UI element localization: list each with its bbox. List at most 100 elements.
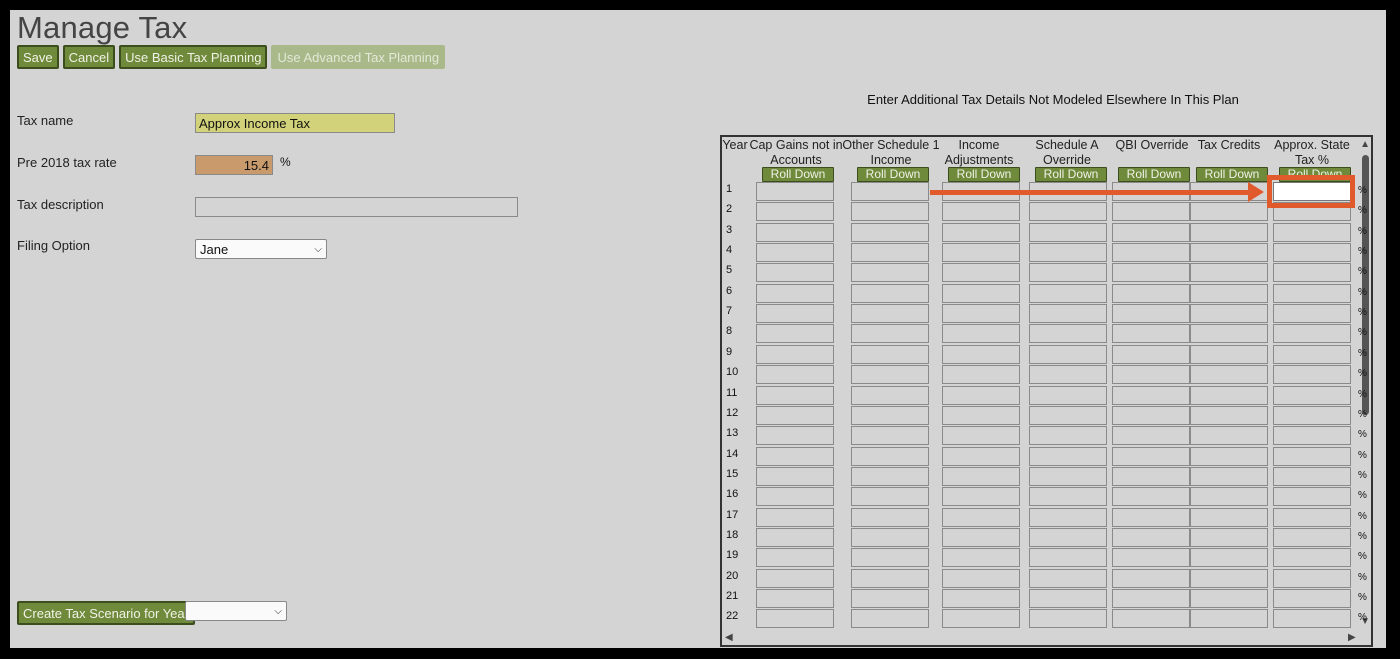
- grid-cell-input[interactable]: [942, 548, 1020, 568]
- grid-cell-input[interactable]: [1273, 568, 1351, 588]
- grid-cell-input[interactable]: [756, 344, 834, 364]
- grid-cell-input[interactable]: [1112, 426, 1190, 446]
- grid-cell-input[interactable]: [1112, 365, 1190, 385]
- grid-cell-input[interactable]: [851, 527, 929, 547]
- grid-cell-input[interactable]: [1190, 507, 1268, 527]
- grid-cell-input[interactable]: [1273, 527, 1351, 547]
- grid-cell-input[interactable]: [756, 548, 834, 568]
- grid-cell-input[interactable]: [1190, 548, 1268, 568]
- roll-down-button[interactable]: Roll Down: [1035, 167, 1107, 182]
- grid-cell-input[interactable]: [1029, 202, 1107, 222]
- grid-cell-input[interactable]: [756, 243, 834, 263]
- grid-cell-input[interactable]: [851, 263, 929, 283]
- scroll-up-arrow-icon[interactable]: ▲: [1360, 140, 1370, 150]
- grid-cell-input[interactable]: [1112, 466, 1190, 486]
- scenario-year-select[interactable]: ⌵: [185, 601, 287, 621]
- grid-cell-input[interactable]: [756, 426, 834, 446]
- grid-cell-input[interactable]: [942, 283, 1020, 303]
- grid-cell-input[interactable]: [1273, 222, 1351, 242]
- grid-cell-input[interactable]: [756, 446, 834, 466]
- grid-cell-input[interactable]: [851, 405, 929, 425]
- grid-cell-input[interactable]: [1190, 344, 1268, 364]
- grid-cell-input[interactable]: [1273, 304, 1351, 324]
- grid-cell-input[interactable]: [1190, 202, 1268, 222]
- grid-cell-input[interactable]: [1273, 405, 1351, 425]
- grid-cell-input[interactable]: [1190, 426, 1268, 446]
- grid-cell-input[interactable]: [756, 609, 834, 629]
- roll-down-button[interactable]: Roll Down: [948, 167, 1020, 182]
- grid-cell-input[interactable]: [1273, 548, 1351, 568]
- grid-cell-input[interactable]: [1273, 507, 1351, 527]
- grid-cell-input[interactable]: [851, 589, 929, 608]
- grid-cell-input[interactable]: [851, 304, 929, 324]
- grid-cell-input[interactable]: [942, 527, 1020, 547]
- grid-cell-input[interactable]: [756, 222, 834, 242]
- grid-cell-input[interactable]: [942, 304, 1020, 324]
- grid-cell-input[interactable]: [1273, 365, 1351, 385]
- grid-cell-input[interactable]: [851, 324, 929, 344]
- grid-cell-input[interactable]: [1029, 324, 1107, 344]
- grid-cell-input[interactable]: [1029, 548, 1107, 568]
- grid-cell-input[interactable]: [1029, 466, 1107, 486]
- grid-cell-input[interactable]: [942, 324, 1020, 344]
- grid-cell-input[interactable]: [756, 589, 834, 608]
- grid-cell-input[interactable]: [1273, 466, 1351, 486]
- grid-cell-input[interactable]: [1273, 263, 1351, 283]
- grid-cell-input[interactable]: [756, 568, 834, 588]
- grid-cell-input[interactable]: [942, 589, 1020, 608]
- grid-cell-input[interactable]: [851, 487, 929, 507]
- grid-cell-input[interactable]: [1190, 609, 1268, 629]
- grid-cell-input[interactable]: [1190, 568, 1268, 588]
- grid-cell-input[interactable]: [1112, 446, 1190, 466]
- grid-cell-input[interactable]: [756, 405, 834, 425]
- grid-cell-input[interactable]: [1273, 589, 1351, 608]
- grid-cell-input[interactable]: [942, 222, 1020, 242]
- grid-cell-input[interactable]: [1112, 487, 1190, 507]
- grid-cell-input[interactable]: [1029, 527, 1107, 547]
- grid-cell-input[interactable]: [1190, 385, 1268, 405]
- grid-cell-input[interactable]: [851, 344, 929, 364]
- grid-cell-input[interactable]: [1112, 202, 1190, 222]
- grid-cell-input[interactable]: [942, 365, 1020, 385]
- grid-cell-input[interactable]: [942, 507, 1020, 527]
- grid-cell-input[interactable]: [756, 466, 834, 486]
- grid-cell-input[interactable]: [1029, 385, 1107, 405]
- grid-cell-input[interactable]: [1112, 304, 1190, 324]
- grid-cell-input[interactable]: [942, 487, 1020, 507]
- grid-cell-input[interactable]: [1112, 527, 1190, 547]
- grid-cell-input[interactable]: [851, 446, 929, 466]
- grid-cell-input[interactable]: [1112, 344, 1190, 364]
- grid-cell-input[interactable]: [942, 466, 1020, 486]
- grid-cell-input[interactable]: [756, 182, 834, 201]
- grid-cell-input[interactable]: [942, 385, 1020, 405]
- grid-cell-input[interactable]: [851, 182, 929, 201]
- grid-cell-input[interactable]: [1190, 283, 1268, 303]
- grid-cell-input[interactable]: [1029, 446, 1107, 466]
- grid-cell-input[interactable]: [1273, 243, 1351, 263]
- create-tax-scenario-button[interactable]: Create Tax Scenario for Year: [17, 601, 195, 625]
- grid-cell-input[interactable]: [1029, 344, 1107, 364]
- grid-cell-input[interactable]: [1190, 466, 1268, 486]
- roll-down-button[interactable]: Roll Down: [762, 167, 834, 182]
- grid-cell-input[interactable]: [1029, 304, 1107, 324]
- grid-cell-input[interactable]: [942, 243, 1020, 263]
- grid-cell-input[interactable]: [756, 385, 834, 405]
- grid-cell-input[interactable]: [1273, 283, 1351, 303]
- grid-cell-input[interactable]: [1273, 426, 1351, 446]
- grid-cell-input[interactable]: [1190, 589, 1268, 608]
- roll-down-button[interactable]: Roll Down: [857, 167, 929, 182]
- grid-cell-input[interactable]: [1273, 344, 1351, 364]
- grid-cell-input[interactable]: [1029, 609, 1107, 629]
- tax-description-input[interactable]: [195, 197, 518, 217]
- grid-cell-input[interactable]: [1112, 507, 1190, 527]
- filing-option-select[interactable]: Jane ⌵: [195, 239, 327, 259]
- scroll-right-arrow-icon[interactable]: ▶: [1348, 633, 1356, 643]
- grid-cell-input[interactable]: [942, 263, 1020, 283]
- grid-cell-input[interactable]: [851, 283, 929, 303]
- grid-cell-input[interactable]: [1112, 589, 1190, 608]
- grid-cell-input[interactable]: [1029, 222, 1107, 242]
- grid-cell-input[interactable]: [756, 365, 834, 385]
- grid-cell-input[interactable]: [1190, 222, 1268, 242]
- tax-name-input[interactable]: Approx Income Tax: [195, 113, 395, 133]
- grid-cell-input[interactable]: [756, 324, 834, 344]
